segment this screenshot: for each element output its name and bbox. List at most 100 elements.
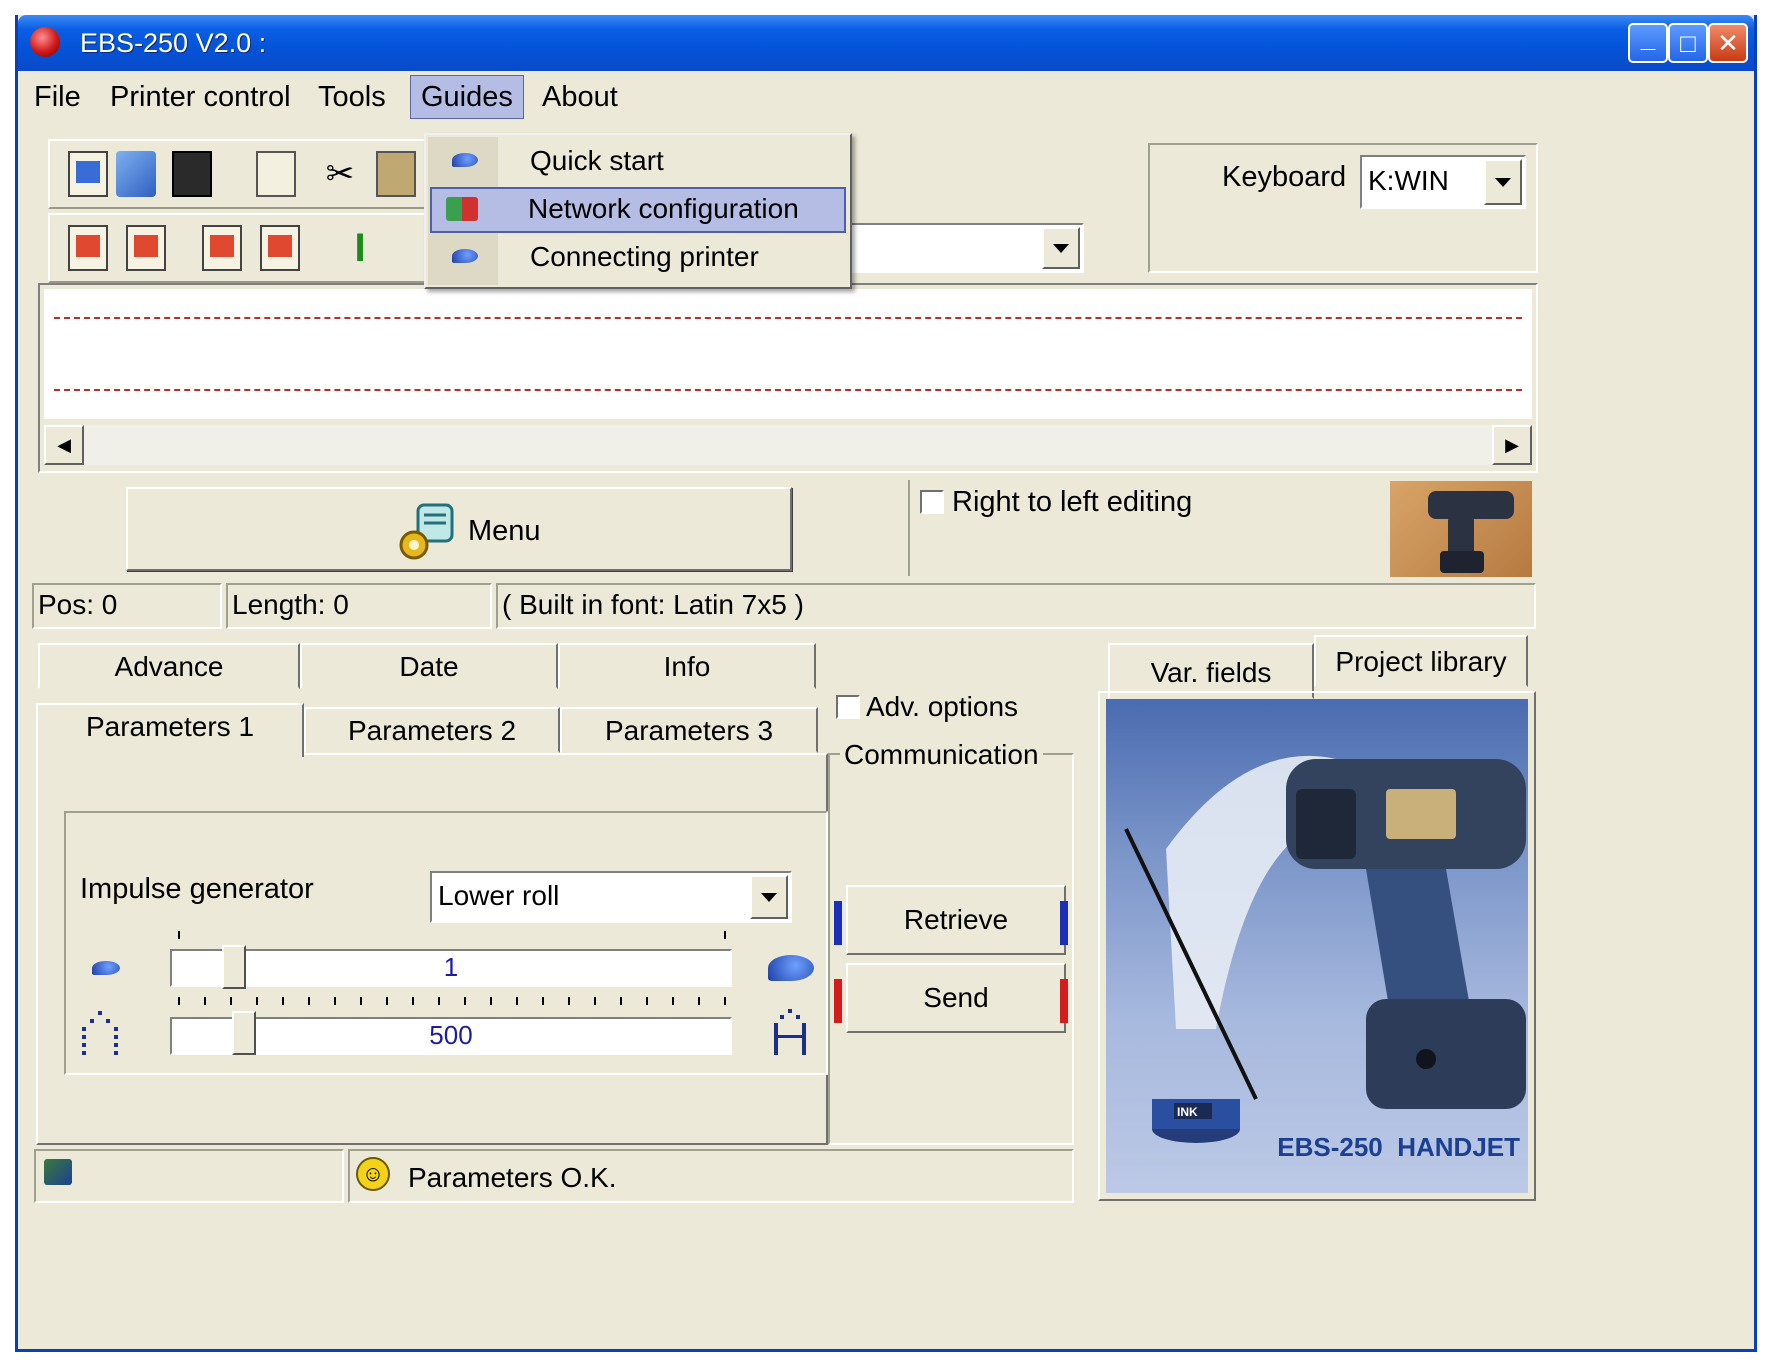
retrieve-bar-left [834, 901, 842, 945]
dropdown-item-quick-start[interactable]: Quick start [430, 139, 846, 185]
tick-mark [620, 997, 622, 1005]
print-doc-2-icon[interactable] [126, 225, 166, 271]
horizontal-scrollbar[interactable]: ◀ ▶ [44, 425, 1532, 465]
adv-options-label: Adv. options [866, 691, 1019, 722]
menu-button-label: Menu [468, 515, 541, 547]
maximize-icon: □ [1680, 27, 1696, 58]
menu-printer-control[interactable]: Printer control [100, 75, 301, 119]
message-editor[interactable]: ◀ ▶ [38, 283, 1538, 473]
send-up-icon[interactable] [202, 225, 242, 271]
print-doc-icon[interactable] [68, 225, 108, 271]
status-connection [34, 1149, 344, 1203]
tab-info[interactable]: Info [558, 643, 816, 689]
menu-button[interactable]: Menu [126, 487, 792, 571]
tick-mark [568, 997, 570, 1005]
status-font: ( Built in font: Latin 7x5 ) [496, 583, 1536, 629]
tick-mark [490, 997, 492, 1005]
keyboard-value: K:WIN [1368, 165, 1449, 196]
tab-advance[interactable]: Advance [38, 643, 300, 689]
menu-guides[interactable]: Guides [410, 75, 524, 119]
tick-mark [542, 997, 544, 1005]
tick-mark [594, 997, 596, 1005]
rtl-label: Right to left editing [952, 486, 1193, 518]
window-title: EBS-250 V2.0 : [80, 28, 267, 58]
adv-options-checkbox[interactable] [836, 695, 860, 719]
status-length: Length: 0 [226, 583, 492, 629]
copy-icon[interactable] [256, 151, 296, 197]
title-bar[interactable]: EBS-250 V2.0 : _ □ ✕ [18, 15, 1754, 71]
resolution-slider-value: 500 [429, 1020, 473, 1050]
toolbar-file: ✂ [48, 139, 428, 209]
speed-slider[interactable]: 1 [170, 949, 732, 987]
minimize-icon: _ [1640, 22, 1656, 53]
font-combo[interactable]: 5 [818, 223, 1084, 273]
parameters-panel: Impulse generator Lower roll 1 500 [36, 753, 828, 1145]
tick-mark [724, 931, 726, 939]
send-bar-left [834, 979, 842, 1023]
product-image-frame: INK EBS-250 HANDJET [1098, 691, 1536, 1201]
close-button[interactable]: ✕ [1708, 23, 1748, 63]
dropdown-item-network-configuration[interactable]: Network configuration [430, 187, 846, 233]
send-button[interactable]: Send [846, 963, 1066, 1033]
resolution-slider-thumb[interactable] [232, 1011, 256, 1055]
tick-mark [256, 997, 258, 1005]
product-caption: EBS-250 HANDJET [1277, 1132, 1520, 1162]
chevron-down-icon[interactable] [1042, 227, 1080, 269]
minimize-button[interactable]: _ [1628, 23, 1668, 63]
dot-matrix-dense-icon [774, 1009, 806, 1055]
tab-project-library[interactable]: Project library [1314, 635, 1528, 687]
menu-tools[interactable]: Tools [308, 75, 396, 119]
dropdown-item-connecting-printer[interactable]: Connecting printer [430, 235, 846, 281]
tab-date[interactable]: Date [300, 643, 558, 689]
guides-dropdown: Quick start Network configuration Connec… [424, 133, 852, 289]
menu-bar: File Printer control Tools Guides About [18, 71, 1754, 123]
smiley-icon: ☺ [356, 1157, 390, 1191]
dropdown-item-label: Quick start [530, 145, 664, 176]
scroll-left-icon[interactable]: ◀ [44, 425, 84, 465]
tick-mark [516, 997, 518, 1005]
tick-mark [230, 997, 232, 1005]
text-cursor-icon[interactable]: I [340, 225, 380, 271]
dropdown-item-label: Connecting printer [530, 241, 759, 272]
chevron-down-icon[interactable] [750, 875, 788, 919]
maximize-button[interactable]: □ [1668, 23, 1708, 63]
scroll-right-icon[interactable]: ▶ [1492, 425, 1532, 465]
status-message: Parameters O.K. [408, 1162, 617, 1193]
tick-mark [204, 997, 206, 1005]
impulse-generator-value: Lower roll [438, 880, 560, 911]
impulse-generator-select[interactable]: Lower roll [430, 871, 792, 923]
tab-parameters-3[interactable]: Parameters 3 [560, 707, 818, 753]
network-status-icon [44, 1159, 72, 1185]
editor-canvas[interactable] [44, 289, 1532, 419]
new-document-icon[interactable] [68, 151, 108, 197]
impulse-generator-label: Impulse generator [80, 873, 314, 905]
cut-icon[interactable]: ✂ [320, 151, 360, 197]
tab-parameters-2[interactable]: Parameters 2 [304, 707, 560, 753]
rtl-checkbox[interactable] [920, 490, 944, 514]
blue-drop-icon [452, 153, 478, 167]
app-icon[interactable] [30, 27, 60, 57]
large-drop-icon [768, 955, 814, 981]
keyboard-label: Keyboard [1222, 161, 1347, 193]
communication-label: Communication [840, 739, 1043, 771]
tick-mark [646, 997, 648, 1005]
keyboard-select[interactable]: K:WIN [1360, 155, 1526, 209]
menu-about[interactable]: About [532, 75, 628, 119]
handjet-printer-illustration: INK [1124, 755, 1526, 1143]
paste-icon[interactable] [376, 151, 416, 197]
speed-slider-thumb[interactable] [222, 945, 246, 989]
menu-file[interactable]: File [24, 75, 91, 119]
guide-line-top [54, 317, 1522, 319]
tick-mark [360, 997, 362, 1005]
tick-mark [698, 997, 700, 1005]
chevron-down-icon[interactable] [1484, 159, 1522, 205]
retrieve-button[interactable]: Retrieve [846, 885, 1066, 955]
app-window: EBS-250 V2.0 : _ □ ✕ File Printer contro… [15, 15, 1757, 1352]
tab-parameters-1[interactable]: Parameters 1 [36, 703, 304, 757]
open-folder-icon[interactable] [116, 151, 156, 197]
printer-gun-icon [1428, 491, 1514, 573]
save-icon[interactable] [172, 151, 212, 197]
small-drop-icon [92, 961, 120, 975]
send-down-icon[interactable] [260, 225, 300, 271]
tick-mark [412, 997, 414, 1005]
